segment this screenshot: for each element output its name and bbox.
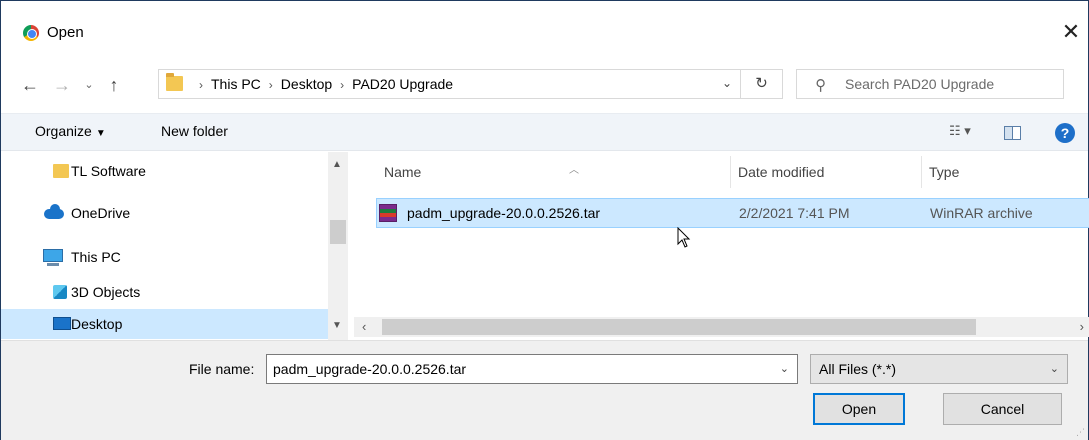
file-date-modified: 2/2/2021 7:41 PM — [739, 205, 850, 221]
chrome-icon — [23, 25, 39, 41]
breadcrumb-this-pc[interactable]: This PC — [211, 76, 261, 92]
scrollbar-thumb[interactable] — [382, 319, 976, 335]
scroll-down-icon[interactable]: ▼ — [332, 320, 342, 331]
onedrive-icon — [44, 204, 64, 219]
sidebar-item-this-pc[interactable]: This PC — [1, 242, 328, 272]
column-divider[interactable] — [921, 156, 922, 188]
sidebar-item-tl-software[interactable]: TL Software — [1, 156, 328, 186]
new-folder-button[interactable]: New folder — [161, 123, 228, 139]
file-name-combobox[interactable]: ⌄ — [266, 354, 798, 384]
sidebar-item-label: Desktop — [71, 316, 123, 332]
dialog-title: Open — [47, 24, 84, 41]
folder-icon — [53, 164, 69, 178]
mouse-pointer-icon — [677, 227, 691, 248]
sidebar-item-label: 3D Objects — [71, 284, 141, 300]
sidebar-item-desktop[interactable]: Desktop — [1, 309, 328, 339]
sidebar-item-onedrive[interactable]: OneDrive — [1, 198, 328, 228]
search-input[interactable] — [845, 71, 1055, 97]
up-button[interactable]: ↑ — [101, 71, 127, 99]
sort-ascending-icon: ︿ — [569, 165, 579, 176]
file-type: WinRAR archive — [930, 205, 1033, 221]
file-name: padm_upgrade-20.0.0.2526.tar — [407, 205, 601, 221]
sidebar-item-label: OneDrive — [71, 205, 131, 221]
organize-button[interactable]: Organize ▼ — [35, 123, 106, 139]
chevron-down-icon[interactable]: ⌄ — [780, 362, 789, 375]
recent-locations-dropdown[interactable]: ⌄ — [77, 71, 101, 99]
navigation-pane-scrollbar[interactable]: ▲ ▼ — [328, 152, 348, 340]
column-header-label: Name — [384, 164, 422, 180]
back-button[interactable]: ← — [17, 71, 43, 99]
caret-down-icon: ▾ — [964, 123, 971, 138]
column-header-date-modified[interactable]: Date modified — [738, 164, 824, 180]
breadcrumb: › This PC › Desktop › PAD20 Upgrade — [191, 76, 453, 92]
column-divider[interactable] — [730, 156, 731, 188]
navigation-pane: TL Software OneDrive This PC 3D Objects … — [1, 152, 354, 340]
breadcrumb-separator[interactable]: › — [269, 78, 273, 92]
folder-icon — [166, 73, 183, 91]
title-bar: Open ✕ — [1, 1, 1088, 63]
preview-pane-icon[interactable] — [1004, 126, 1021, 140]
refresh-button[interactable]: ↻ — [741, 69, 783, 99]
scroll-right-icon[interactable]: › — [1080, 319, 1084, 334]
open-button[interactable]: Open — [813, 393, 905, 425]
change-view-button[interactable]: ☷ ▾ — [949, 123, 971, 139]
breadcrumb-pad20-upgrade[interactable]: PAD20 Upgrade — [352, 76, 453, 92]
breadcrumb-desktop[interactable]: Desktop — [281, 76, 332, 92]
search-icon: ⚲ — [815, 77, 826, 94]
3d-objects-icon — [53, 285, 67, 299]
file-list: Name ︿ Date modified Type padm_upgrade-20… — [354, 152, 1089, 317]
file-name-label: File name: — [189, 361, 255, 377]
help-icon[interactable]: ? — [1055, 123, 1075, 143]
column-header-type[interactable]: Type — [929, 164, 959, 180]
sidebar-item-3d-objects[interactable]: 3D Objects — [1, 277, 328, 307]
scroll-up-icon[interactable]: ▲ — [332, 159, 342, 170]
open-file-dialog: Open ✕ ← → ⌄ ↑ › This PC › Desktop › PAD20 Up… — [0, 0, 1089, 440]
chevron-down-icon: ⌄ — [1049, 363, 1059, 375]
cancel-button[interactable]: Cancel — [943, 393, 1062, 425]
caret-down-icon: ▼ — [95, 128, 106, 139]
scrollbar-thumb[interactable] — [330, 220, 346, 244]
winrar-archive-icon — [379, 204, 397, 222]
file-row[interactable]: padm_upgrade-20.0.0.2526.tar 2/2/2021 7:… — [376, 198, 1089, 228]
command-toolbar: Organize ▼ New folder ☷ ▾ ? — [1, 113, 1088, 151]
search-box[interactable]: ⚲ — [796, 69, 1064, 99]
resize-grip-icon[interactable]: ⋰ — [1076, 427, 1085, 438]
file-type-select[interactable]: All Files (*.*) ⌄ — [810, 354, 1068, 384]
breadcrumb-separator[interactable]: › — [340, 78, 344, 92]
address-bar[interactable]: › This PC › Desktop › PAD20 Upgrade ⌄ — [158, 69, 741, 99]
computer-icon — [43, 249, 63, 266]
desktop-icon — [53, 317, 71, 330]
sidebar-item-label: This PC — [71, 249, 121, 265]
view-details-icon: ☷ — [949, 123, 961, 138]
scroll-left-icon[interactable]: ‹ — [362, 319, 366, 334]
chevron-down-icon[interactable]: ⌄ — [722, 76, 732, 90]
file-selection-panel: File name: ⌄ All Files (*.*) ⌄ Open Canc… — [1, 340, 1088, 440]
breadcrumb-separator: › — [199, 78, 203, 92]
column-header-name[interactable]: Name ︿ — [384, 164, 579, 180]
sidebar-item-label: TL Software — [71, 163, 146, 179]
forward-button[interactable]: → — [49, 71, 75, 99]
organize-label: Organize — [35, 123, 92, 139]
file-name-input[interactable] — [273, 357, 753, 381]
navigation-bar: ← → ⌄ ↑ › This PC › Desktop › PAD20 Upgrade ⌄… — [1, 63, 1088, 107]
file-type-selected-value: All Files (*.*) — [819, 361, 897, 377]
close-button[interactable]: ✕ — [1054, 15, 1088, 49]
file-list-horizontal-scrollbar[interactable]: ‹ › — [354, 317, 1089, 337]
